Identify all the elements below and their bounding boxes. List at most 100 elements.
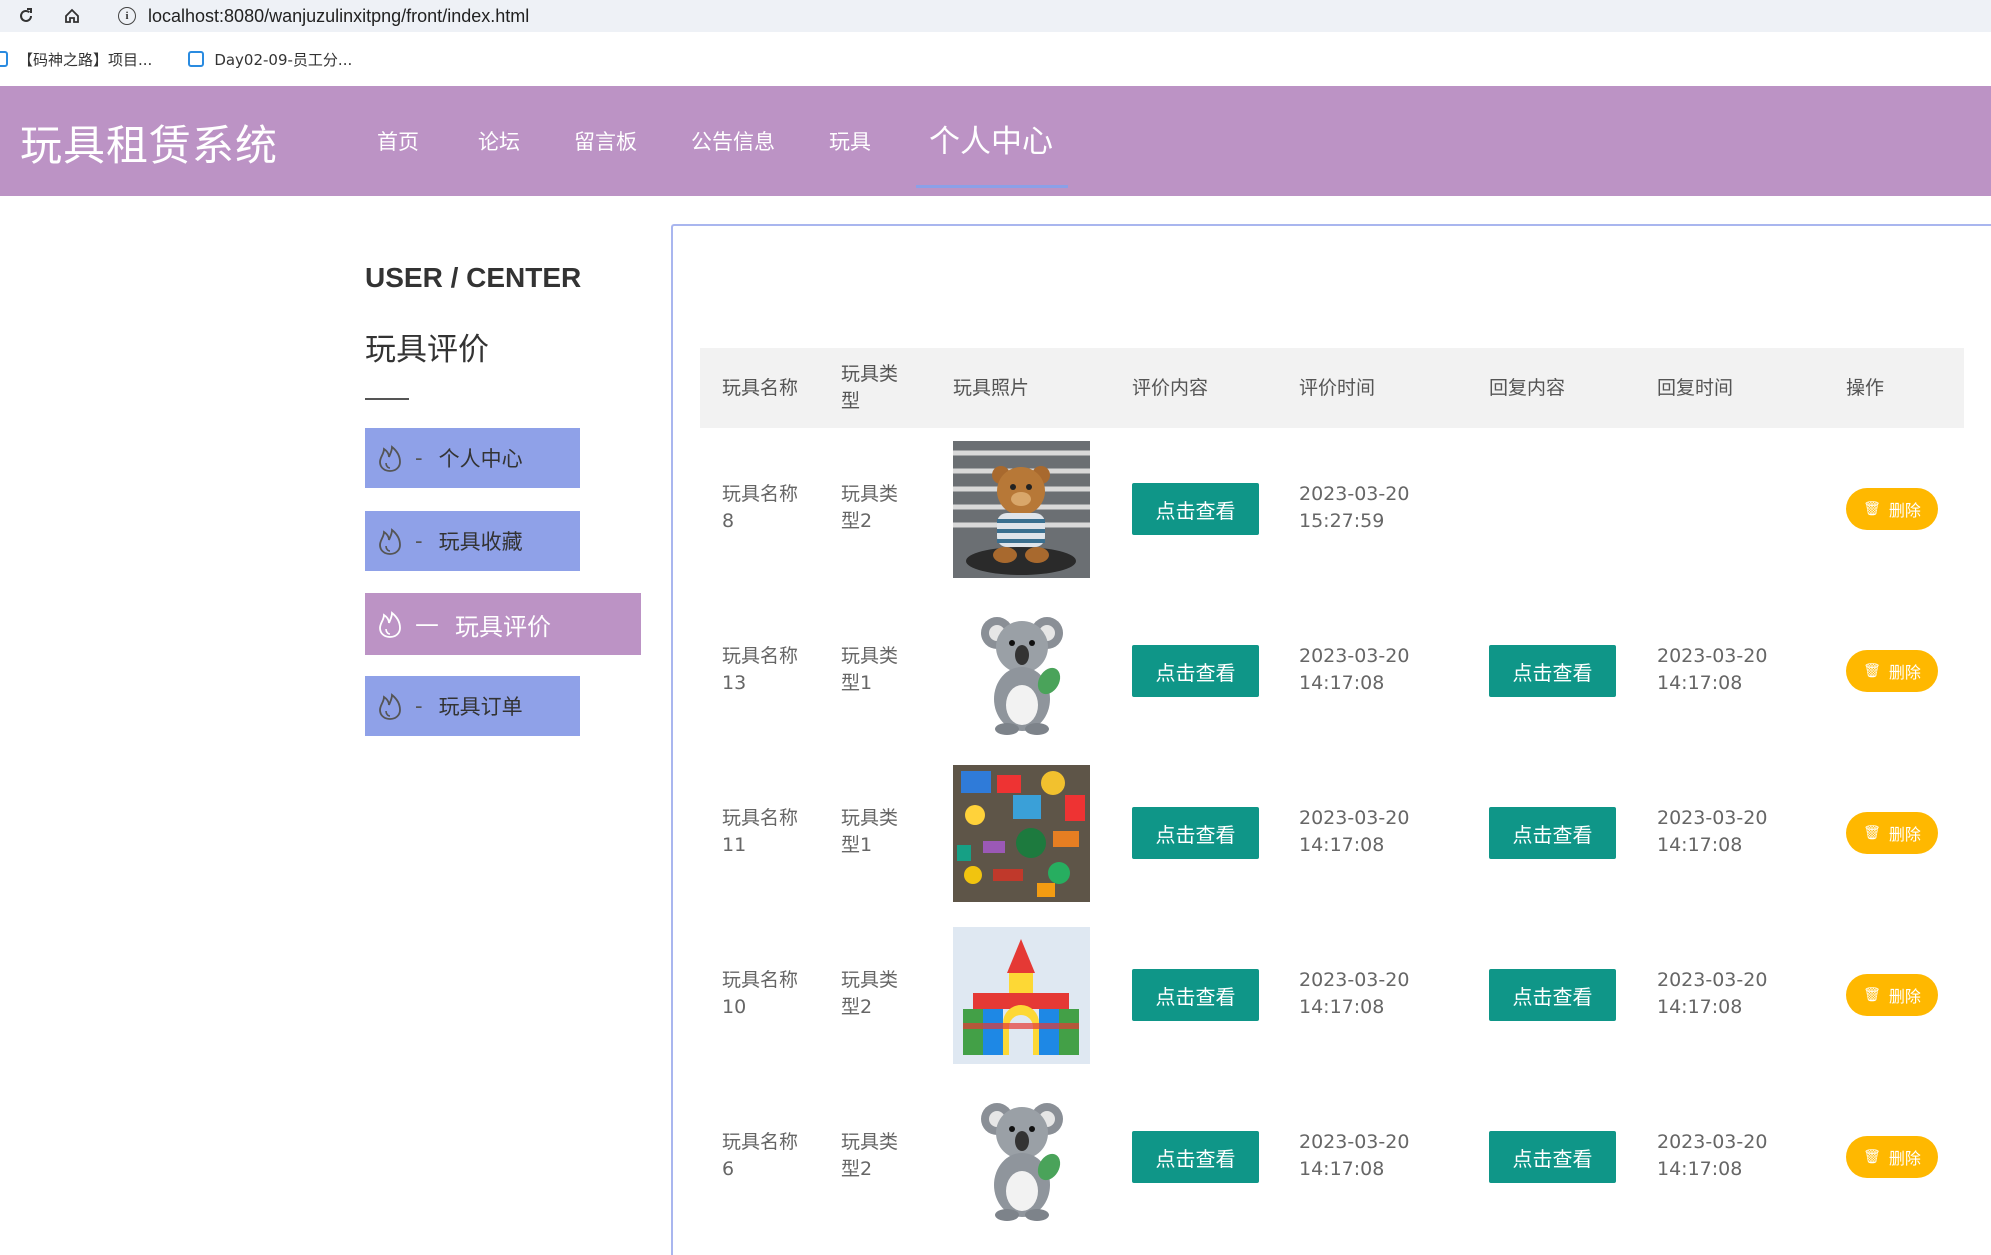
review-time-cell: 2023-03-20 14:17:08 xyxy=(1299,807,1410,856)
trash-icon: 🗑 xyxy=(1863,987,1881,1003)
trash-icon: 🗑 xyxy=(1863,501,1881,517)
toy-type-cell: 玩具类 型2 xyxy=(841,969,899,1018)
review-time-cell: 2023-03-20 14:17:08 xyxy=(1299,969,1410,1018)
reload-icon[interactable] xyxy=(14,4,38,28)
view-review-button[interactable]: 点击查看 xyxy=(1132,645,1259,697)
site-header: 玩具租赁系统 首页 论坛 留言板 公告信息 玩具 个人中心 xyxy=(0,86,1991,196)
toy-name-cell: 玩具名称 11 xyxy=(722,807,799,856)
view-review-button[interactable]: 点击查看 xyxy=(1132,969,1259,1021)
koala-plush-photo xyxy=(953,603,1090,740)
view-review-button[interactable]: 点击查看 xyxy=(1132,483,1259,535)
url-text: localhost:8080/wanjuzulinxitpng/front/in… xyxy=(148,5,530,26)
toy-type-cell: 玩具类 型2 xyxy=(841,1131,899,1180)
delete-button[interactable]: 🗑 删除 xyxy=(1846,1136,1938,1178)
sidebar-item-label: 个人中心 xyxy=(438,447,523,471)
toy-name-cell: 玩具名称 6 xyxy=(722,1131,799,1180)
sidebar-dash: — xyxy=(415,610,439,638)
reply-time-cell: 2023-03-20 14:17:08 xyxy=(1657,807,1768,856)
table-header: 玩具名称 玩具类 型 玩具照片 评价内容 评价时间 回复内容 回复时间 操作 xyxy=(700,348,1964,428)
toy-name-cell: 玩具名称 10 xyxy=(722,969,799,1018)
table-row: 玩具名称 6 玩具类 型2 点击查看 2023-03-20 14:17:08 点… xyxy=(700,1076,1964,1238)
site-title: 玩具租赁系统 xyxy=(20,121,279,170)
sidebar-item-user-center[interactable]: - 个人中心 xyxy=(365,428,580,488)
column-header: 玩具类 型 xyxy=(841,363,899,412)
browser-toolbar: i localhost:8080/wanjuzulinxitpng/front/… xyxy=(0,0,1991,32)
sidebar-item-favorites[interactable]: - 玩具收藏 xyxy=(365,511,580,571)
flame-icon xyxy=(375,608,405,640)
reply-time-cell: 2023-03-20 14:17:08 xyxy=(1657,969,1768,1018)
nav-forum[interactable]: 论坛 xyxy=(478,126,520,156)
sidebar-item-reviews[interactable]: — 玩具评价 xyxy=(365,593,641,655)
page: i localhost:8080/wanjuzulinxitpng/front/… xyxy=(0,0,1991,1255)
koala-plush-photo xyxy=(953,1089,1090,1226)
column-header: 回复时间 xyxy=(1657,376,1734,399)
home-icon[interactable] xyxy=(60,4,84,28)
section-title: 玩具评价 xyxy=(365,332,489,368)
delete-label: 删除 xyxy=(1888,501,1921,520)
nav-active-underline xyxy=(916,185,1068,188)
bookmark-label: 【码神之路】项目... xyxy=(18,50,153,69)
flame-icon xyxy=(375,525,405,557)
column-header: 评价时间 xyxy=(1299,376,1376,399)
view-reply-button[interactable]: 点击查看 xyxy=(1489,969,1616,1021)
sidebar-dash: - xyxy=(415,694,423,718)
view-reply-button[interactable]: 点击查看 xyxy=(1489,807,1616,859)
reply-time-cell: 2023-03-20 14:17:08 xyxy=(1657,645,1768,694)
building-blocks-photo xyxy=(953,927,1090,1064)
table-row: 玩具名称 8 玩具类 型2 点击查看 2023-03-20 15:27:59 🗑… xyxy=(700,428,1964,590)
bookmark-icon xyxy=(188,51,205,67)
trash-icon: 🗑 xyxy=(1863,663,1881,679)
delete-button[interactable]: 🗑 删除 xyxy=(1846,812,1938,854)
column-header: 操作 xyxy=(1846,376,1885,399)
view-review-button[interactable]: 点击查看 xyxy=(1132,807,1259,859)
flame-icon xyxy=(375,690,405,722)
address-bar[interactable]: i localhost:8080/wanjuzulinxitpng/front/… xyxy=(110,0,1991,32)
nav-message-board[interactable]: 留言板 xyxy=(574,126,637,156)
view-reply-button[interactable]: 点击查看 xyxy=(1489,645,1616,697)
sidebar-item-label: 玩具评价 xyxy=(455,612,551,641)
assorted-toys-photo xyxy=(953,765,1090,902)
table-row: 玩具名称 11 玩具类 型1 点击查看 2023-03-20 14:17:08 … xyxy=(700,752,1964,914)
nav-user-center[interactable]: 个人中心 xyxy=(929,116,1053,161)
site-info-icon[interactable]: i xyxy=(118,7,136,25)
toy-name-cell: 玩具名称 13 xyxy=(722,645,799,694)
sidebar-item-label: 玩具收藏 xyxy=(438,530,523,554)
nav-home[interactable]: 首页 xyxy=(377,126,419,156)
bookmark-label: Day02-09-员工分... xyxy=(214,50,353,69)
bookmark-icon xyxy=(0,51,8,67)
toy-type-cell: 玩具类 型1 xyxy=(841,807,899,856)
nav-toys[interactable]: 玩具 xyxy=(829,126,871,156)
delete-label: 删除 xyxy=(1888,663,1921,682)
bookmark-item[interactable]: 【码神之路】项目... xyxy=(0,49,152,70)
column-header: 玩具照片 xyxy=(953,376,1030,399)
user-center-title: USER / CENTER xyxy=(365,262,582,293)
sidebar-item-orders[interactable]: - 玩具订单 xyxy=(365,676,580,736)
delete-button[interactable]: 🗑 删除 xyxy=(1846,974,1938,1016)
sidebar-dash: - xyxy=(415,446,423,470)
delete-label: 删除 xyxy=(1888,1149,1921,1168)
column-header: 玩具名称 xyxy=(722,376,799,399)
view-reply-button[interactable]: 点击查看 xyxy=(1489,1131,1616,1183)
delete-label: 删除 xyxy=(1888,825,1921,844)
table-row: 玩具名称 13 玩具类 型1 点击查看 2023-03-20 14:17:08 … xyxy=(700,590,1964,752)
sidebar-dash: - xyxy=(415,529,423,553)
teddy-bear-photo xyxy=(953,441,1090,578)
bookmarks-bar: 【码神之路】项目... Day02-09-员工分... xyxy=(0,32,1991,86)
delete-button[interactable]: 🗑 删除 xyxy=(1846,650,1938,692)
review-time-cell: 2023-03-20 15:27:59 xyxy=(1299,483,1410,532)
reply-time-cell: 2023-03-20 14:17:08 xyxy=(1657,1131,1768,1180)
column-header: 回复内容 xyxy=(1489,376,1566,399)
nav-announcements[interactable]: 公告信息 xyxy=(691,126,775,156)
toy-type-cell: 玩具类 型2 xyxy=(841,483,899,532)
view-review-button[interactable]: 点击查看 xyxy=(1132,1131,1259,1183)
column-header: 评价内容 xyxy=(1132,376,1209,399)
toy-name-cell: 玩具名称 8 xyxy=(722,483,799,532)
flame-icon xyxy=(375,442,405,474)
delete-button[interactable]: 🗑 删除 xyxy=(1846,488,1938,530)
table-row: 玩具名称 10 玩具类 型2 点击查看 2023-03-20 14:17:08 … xyxy=(700,914,1964,1076)
sidebar-item-label: 玩具订单 xyxy=(438,695,523,719)
review-time-cell: 2023-03-20 14:17:08 xyxy=(1299,1131,1410,1180)
delete-label: 删除 xyxy=(1888,987,1921,1006)
trash-icon: 🗑 xyxy=(1863,825,1881,841)
bookmark-item[interactable]: Day02-09-员工分... xyxy=(188,49,352,70)
